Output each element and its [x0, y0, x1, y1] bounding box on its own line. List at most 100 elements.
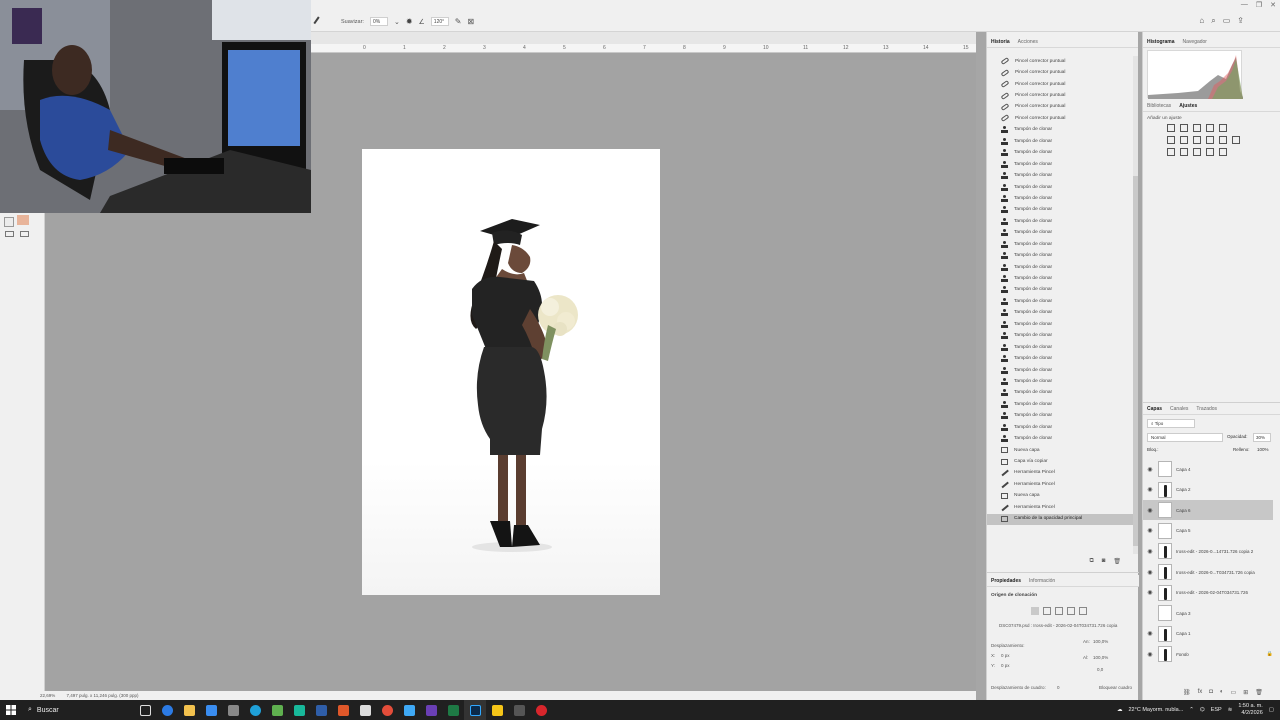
quick-mask-icon[interactable]	[5, 231, 14, 237]
history-item[interactable]: Pincel corrector puntual	[987, 79, 1133, 90]
history-item[interactable]: Herramienta Pincel	[987, 479, 1133, 490]
app-green[interactable]	[266, 700, 288, 720]
lock-frame-checkbox[interactable]: Bloquear cuadro	[1099, 685, 1132, 690]
black-white-icon[interactable]	[1193, 136, 1201, 144]
gear-icon[interactable]: ✹	[406, 17, 413, 26]
weather-text[interactable]: 22°C Mayorm. nubla...	[1129, 707, 1184, 713]
sharpness-field[interactable]: 0%	[369, 17, 388, 26]
foreground-color-swatch[interactable]	[17, 215, 29, 225]
layer-name[interactable]: Capa 6	[1176, 508, 1191, 513]
tab-navigator[interactable]: Navegador	[1183, 39, 1207, 45]
history-item[interactable]: Tampón de clonar	[987, 365, 1133, 376]
layer-row[interactable]: ◉ Capa 4	[1143, 459, 1273, 479]
history-item[interactable]: Pincel corrector puntual	[987, 90, 1133, 101]
app-teal[interactable]	[288, 700, 310, 720]
history-item[interactable]: Tampón de clonar	[987, 273, 1133, 284]
blend-mode-select[interactable]: Normal	[1147, 433, 1223, 442]
history-item[interactable]: Tampón de clonar	[987, 285, 1133, 296]
group-icon[interactable]: ▭	[1231, 689, 1237, 696]
lang-indicator[interactable]: ESP	[1211, 707, 1222, 713]
history-item[interactable]: Tampón de clonar	[987, 376, 1133, 387]
photo-filter-icon[interactable]	[1206, 136, 1214, 144]
gradient-map-icon[interactable]	[1206, 148, 1214, 156]
layer-row[interactable]: ◉ Capa 1	[1143, 624, 1273, 644]
layer-row[interactable]: ◉ Capa 5	[1143, 521, 1273, 541]
history-item[interactable]: Tampón de clonar	[987, 388, 1133, 399]
history-item[interactable]: Tampón de clonar	[987, 262, 1133, 273]
visibility-eye-icon[interactable]: ◉	[1146, 466, 1154, 473]
history-item[interactable]: Pincel corrector puntual	[987, 56, 1133, 67]
layer-name[interactable]: Iross-edit - 2026-0...T034731.726 copia	[1176, 570, 1255, 575]
layer-name[interactable]: Capa 4	[1176, 467, 1191, 472]
history-item[interactable]: Herramienta Pincel	[987, 468, 1133, 479]
history-item[interactable]: Tampón de clonar	[987, 319, 1133, 330]
clock[interactable]: 1:50 a. m. 4/2/2026	[1238, 703, 1262, 717]
history-item[interactable]: Tampón de clonar	[987, 342, 1133, 353]
visibility-eye-icon[interactable]: ◉	[1146, 651, 1154, 658]
share-icon[interactable]: ⇪	[1237, 16, 1244, 26]
layer-row[interactable]: ◉ Iross-edit - 2026-0...T034731.726 copia	[1143, 562, 1273, 582]
taskbar-search[interactable]: ⌕ Buscar	[22, 700, 134, 720]
history-item[interactable]: Tampón de clonar	[987, 228, 1133, 239]
visibility-eye-icon[interactable]: ◉	[1146, 589, 1154, 596]
opacity-field[interactable]: 30%	[1253, 433, 1271, 442]
layer-row[interactable]: ◉ Capa 2	[1143, 480, 1273, 500]
photoshop-app[interactable]	[464, 700, 486, 720]
layer-name[interactable]: Capa 1	[1176, 631, 1191, 636]
visibility-eye-icon[interactable]: ◉	[1146, 527, 1154, 534]
mask-icon[interactable]: ◘	[1209, 689, 1213, 696]
clone-source-3-icon[interactable]	[1055, 607, 1063, 615]
pressure-icon[interactable]: ✎	[455, 17, 462, 26]
file-explorer-app[interactable]	[178, 700, 200, 720]
tab-layers[interactable]: Capas	[1147, 406, 1162, 412]
app-dark[interactable]	[508, 700, 530, 720]
zoom-readout[interactable]: 22,69%	[40, 693, 55, 698]
history-item[interactable]: Herramienta Pincel	[987, 502, 1133, 513]
history-item[interactable]: Tampón de clonar	[987, 422, 1133, 433]
layer-row[interactable]: ◉ Capa 6	[1143, 500, 1273, 521]
exposure-icon[interactable]	[1206, 124, 1214, 132]
history-item[interactable]: Tampón de clonar	[987, 136, 1133, 147]
visibility-eye-icon[interactable]: ◉	[1146, 507, 1154, 514]
tab-info[interactable]: Información	[1029, 578, 1055, 584]
visibility-eye-icon[interactable]: ◉	[1146, 569, 1154, 576]
visibility-eye-icon[interactable]: ◉	[1146, 630, 1154, 637]
premiere-app[interactable]	[420, 700, 442, 720]
layer-filter-select[interactable]: ⌕ Tipo	[1147, 419, 1195, 428]
new-document-from-state-icon[interactable]: ⧉	[1089, 558, 1093, 568]
edge-app[interactable]	[244, 700, 266, 720]
chevron-down-icon[interactable]: ⌄	[394, 18, 400, 26]
restore-icon[interactable]: ❐	[1256, 1, 1262, 9]
clone-source-4-icon[interactable]	[1067, 607, 1075, 615]
history-item[interactable]: Tampón de clonar	[987, 399, 1133, 410]
trash-icon[interactable]: 🗑	[1113, 558, 1121, 568]
history-item[interactable]: Tampón de clonar	[987, 148, 1133, 159]
link-icon[interactable]: ⛓	[1183, 689, 1191, 696]
fill-field[interactable]: 100%	[1257, 447, 1269, 452]
app-blue[interactable]	[398, 700, 420, 720]
levels-icon[interactable]	[1180, 124, 1188, 132]
history-item[interactable]: Cambio de la opacidad principal	[987, 513, 1133, 525]
history-item[interactable]: Tampón de clonar	[987, 193, 1133, 204]
tab-libraries[interactable]: Bibliotecas	[1147, 103, 1171, 109]
chrome-app-2[interactable]	[376, 700, 398, 720]
chevron-up-icon[interactable]: ⌃	[1189, 707, 1194, 713]
history-item[interactable]: Pincel corrector puntual	[987, 102, 1133, 113]
wifi-icon[interactable]: ≋	[1228, 707, 1233, 713]
history-item[interactable]: Pincel corrector puntual	[987, 113, 1133, 124]
history-item[interactable]: Pincel corrector puntual	[987, 67, 1133, 78]
adjustment-layer-icon[interactable]: ◐	[1220, 689, 1224, 696]
history-item[interactable]: Tampón de clonar	[987, 125, 1133, 136]
notification-icon[interactable]: ▢	[1269, 707, 1274, 713]
layer-row[interactable]: ◉ Iross-edit - 2026-0...14731.726 copia 2	[1143, 541, 1273, 561]
history-item[interactable]: Tampón de clonar	[987, 308, 1133, 319]
invert-icon[interactable]	[1167, 148, 1175, 156]
tab-paths[interactable]: Trazados	[1196, 406, 1217, 412]
history-item[interactable]: Tampón de clonar	[987, 250, 1133, 261]
settings-app[interactable]	[222, 700, 244, 720]
start-button[interactable]	[0, 700, 22, 720]
selective-color-icon[interactable]	[1219, 148, 1227, 156]
layer-name[interactable]: Capa 3	[1176, 611, 1191, 616]
search-icon[interactable]: ⌕	[1211, 16, 1215, 26]
tab-actions[interactable]: Acciones	[1018, 39, 1038, 45]
